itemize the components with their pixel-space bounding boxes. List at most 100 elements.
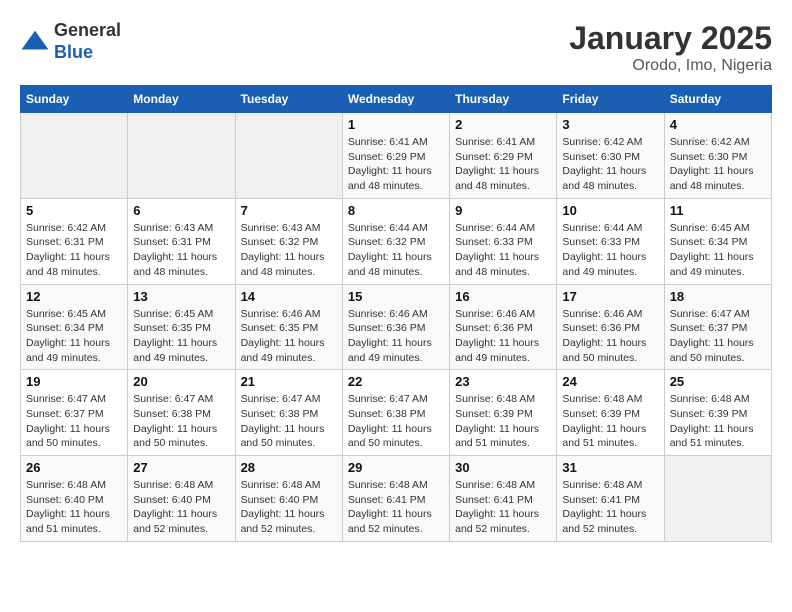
calendar-cell: 10 Sunrise: 6:44 AMSunset: 6:33 PMDayligh…: [557, 198, 664, 284]
day-info: Sunrise: 6:48 AMSunset: 6:40 PMDaylight:…: [133, 478, 229, 537]
calendar-cell: 29 Sunrise: 6:48 AMSunset: 6:41 PMDayligh…: [342, 456, 449, 542]
day-info: Sunrise: 6:46 AMSunset: 6:36 PMDaylight:…: [455, 307, 551, 366]
day-info: Sunrise: 6:46 AMSunset: 6:36 PMDaylight:…: [348, 307, 444, 366]
day-info: Sunrise: 6:48 AMSunset: 6:39 PMDaylight:…: [670, 392, 766, 451]
day-info: Sunrise: 6:46 AMSunset: 6:35 PMDaylight:…: [241, 307, 337, 366]
day-number: 6: [133, 203, 229, 218]
calendar-cell: 2 Sunrise: 6:41 AMSunset: 6:29 PMDaylight…: [450, 113, 557, 199]
day-number: 25: [670, 374, 766, 389]
calendar-cell: 5 Sunrise: 6:42 AMSunset: 6:31 PMDaylight…: [21, 198, 128, 284]
logo-blue-text: Blue: [54, 42, 93, 62]
day-number: 15: [348, 289, 444, 304]
day-number: 13: [133, 289, 229, 304]
day-info: Sunrise: 6:48 AMSunset: 6:41 PMDaylight:…: [348, 478, 444, 537]
day-info: Sunrise: 6:43 AMSunset: 6:32 PMDaylight:…: [241, 221, 337, 280]
day-number: 4: [670, 117, 766, 132]
day-number: 30: [455, 460, 551, 475]
page-title: January 2025: [569, 20, 772, 57]
day-info: Sunrise: 6:48 AMSunset: 6:41 PMDaylight:…: [562, 478, 658, 537]
day-number: 29: [348, 460, 444, 475]
day-number: 7: [241, 203, 337, 218]
day-info: Sunrise: 6:47 AMSunset: 6:38 PMDaylight:…: [241, 392, 337, 451]
day-number: 11: [670, 203, 766, 218]
calendar-cell: 31 Sunrise: 6:48 AMSunset: 6:41 PMDayligh…: [557, 456, 664, 542]
day-info: Sunrise: 6:42 AMSunset: 6:31 PMDaylight:…: [26, 221, 122, 280]
calendar-cell: 11 Sunrise: 6:45 AMSunset: 6:34 PMDayligh…: [664, 198, 771, 284]
day-number: 31: [562, 460, 658, 475]
calendar-table: SundayMondayTuesdayWednesdayThursdayFrid…: [20, 85, 772, 542]
day-info: Sunrise: 6:47 AMSunset: 6:38 PMDaylight:…: [133, 392, 229, 451]
day-number: 26: [26, 460, 122, 475]
day-info: Sunrise: 6:48 AMSunset: 6:40 PMDaylight:…: [26, 478, 122, 537]
calendar-cell: 12 Sunrise: 6:45 AMSunset: 6:34 PMDayligh…: [21, 284, 128, 370]
calendar-cell: 21 Sunrise: 6:47 AMSunset: 6:38 PMDayligh…: [235, 370, 342, 456]
day-number: 3: [562, 117, 658, 132]
calendar-cell: [664, 456, 771, 542]
calendar-cell: 15 Sunrise: 6:46 AMSunset: 6:36 PMDayligh…: [342, 284, 449, 370]
calendar-cell: 20 Sunrise: 6:47 AMSunset: 6:38 PMDayligh…: [128, 370, 235, 456]
day-info: Sunrise: 6:48 AMSunset: 6:40 PMDaylight:…: [241, 478, 337, 537]
day-info: Sunrise: 6:45 AMSunset: 6:34 PMDaylight:…: [26, 307, 122, 366]
day-number: 2: [455, 117, 551, 132]
calendar-cell: 28 Sunrise: 6:48 AMSunset: 6:40 PMDayligh…: [235, 456, 342, 542]
day-info: Sunrise: 6:44 AMSunset: 6:33 PMDaylight:…: [562, 221, 658, 280]
day-number: 16: [455, 289, 551, 304]
day-info: Sunrise: 6:44 AMSunset: 6:32 PMDaylight:…: [348, 221, 444, 280]
day-number: 23: [455, 374, 551, 389]
day-info: Sunrise: 6:48 AMSunset: 6:41 PMDaylight:…: [455, 478, 551, 537]
day-number: 17: [562, 289, 658, 304]
day-number: 21: [241, 374, 337, 389]
day-info: Sunrise: 6:41 AMSunset: 6:29 PMDaylight:…: [348, 135, 444, 194]
day-info: Sunrise: 6:45 AMSunset: 6:34 PMDaylight:…: [670, 221, 766, 280]
day-number: 5: [26, 203, 122, 218]
day-number: 10: [562, 203, 658, 218]
day-info: Sunrise: 6:46 AMSunset: 6:36 PMDaylight:…: [562, 307, 658, 366]
day-number: 19: [26, 374, 122, 389]
calendar-cell: 14Sunrise: 6:46 AMSunset: 6:35 PMDayligh…: [235, 284, 342, 370]
calendar-cell: [128, 113, 235, 199]
calendar-cell: 23 Sunrise: 6:48 AMSunset: 6:39 PMDayligh…: [450, 370, 557, 456]
weekday-header: Tuesday: [235, 86, 342, 113]
calendar-cell: 3Sunrise: 6:42 AMSunset: 6:30 PMDaylight…: [557, 113, 664, 199]
calendar-cell: 7 Sunrise: 6:43 AMSunset: 6:32 PMDaylight…: [235, 198, 342, 284]
calendar-week-row: 5 Sunrise: 6:42 AMSunset: 6:31 PMDaylight…: [21, 198, 772, 284]
page-header: General Blue January 2025 Orodo, Imo, Ni…: [20, 20, 772, 75]
day-info: Sunrise: 6:41 AMSunset: 6:29 PMDaylight:…: [455, 135, 551, 194]
day-info: Sunrise: 6:47 AMSunset: 6:38 PMDaylight:…: [348, 392, 444, 451]
day-number: 9: [455, 203, 551, 218]
calendar-cell: 6 Sunrise: 6:43 AMSunset: 6:31 PMDaylight…: [128, 198, 235, 284]
calendar-cell: 26 Sunrise: 6:48 AMSunset: 6:40 PMDayligh…: [21, 456, 128, 542]
weekday-header: Friday: [557, 86, 664, 113]
logo-icon: [20, 27, 50, 57]
calendar-cell: 1Sunrise: 6:41 AMSunset: 6:29 PMDaylight…: [342, 113, 449, 199]
calendar-cell: 13 Sunrise: 6:45 AMSunset: 6:35 PMDayligh…: [128, 284, 235, 370]
day-info: Sunrise: 6:43 AMSunset: 6:31 PMDaylight:…: [133, 221, 229, 280]
calendar-cell: 22 Sunrise: 6:47 AMSunset: 6:38 PMDayligh…: [342, 370, 449, 456]
calendar-cell: 30 Sunrise: 6:48 AMSunset: 6:41 PMDayligh…: [450, 456, 557, 542]
day-number: 28: [241, 460, 337, 475]
day-number: 27: [133, 460, 229, 475]
day-number: 22: [348, 374, 444, 389]
day-number: 24: [562, 374, 658, 389]
weekday-header: Saturday: [664, 86, 771, 113]
calendar-cell: 24 Sunrise: 6:48 AMSunset: 6:39 PMDayligh…: [557, 370, 664, 456]
day-info: Sunrise: 6:48 AMSunset: 6:39 PMDaylight:…: [562, 392, 658, 451]
calendar-cell: 8Sunrise: 6:44 AMSunset: 6:32 PMDaylight…: [342, 198, 449, 284]
calendar-cell: [21, 113, 128, 199]
calendar-cell: 17 Sunrise: 6:46 AMSunset: 6:36 PMDayligh…: [557, 284, 664, 370]
day-info: Sunrise: 6:48 AMSunset: 6:39 PMDaylight:…: [455, 392, 551, 451]
day-number: 12: [26, 289, 122, 304]
day-info: Sunrise: 6:45 AMSunset: 6:35 PMDaylight:…: [133, 307, 229, 366]
calendar-week-row: 12 Sunrise: 6:45 AMSunset: 6:34 PMDayligh…: [21, 284, 772, 370]
calendar-cell: 4 Sunrise: 6:42 AMSunset: 6:30 PMDaylight…: [664, 113, 771, 199]
weekday-header: Sunday: [21, 86, 128, 113]
day-info: Sunrise: 6:42 AMSunset: 6:30 PMDaylight:…: [670, 135, 766, 194]
calendar-cell: 19Sunrise: 6:47 AMSunset: 6:37 PMDayligh…: [21, 370, 128, 456]
calendar-week-row: 1Sunrise: 6:41 AMSunset: 6:29 PMDaylight…: [21, 113, 772, 199]
day-info: Sunrise: 6:44 AMSunset: 6:33 PMDaylight:…: [455, 221, 551, 280]
day-info: Sunrise: 6:47 AMSunset: 6:37 PMDaylight:…: [670, 307, 766, 366]
calendar-cell: 18 Sunrise: 6:47 AMSunset: 6:37 PMDayligh…: [664, 284, 771, 370]
day-number: 20: [133, 374, 229, 389]
day-number: 18: [670, 289, 766, 304]
calendar-cell: 9 Sunrise: 6:44 AMSunset: 6:33 PMDaylight…: [450, 198, 557, 284]
